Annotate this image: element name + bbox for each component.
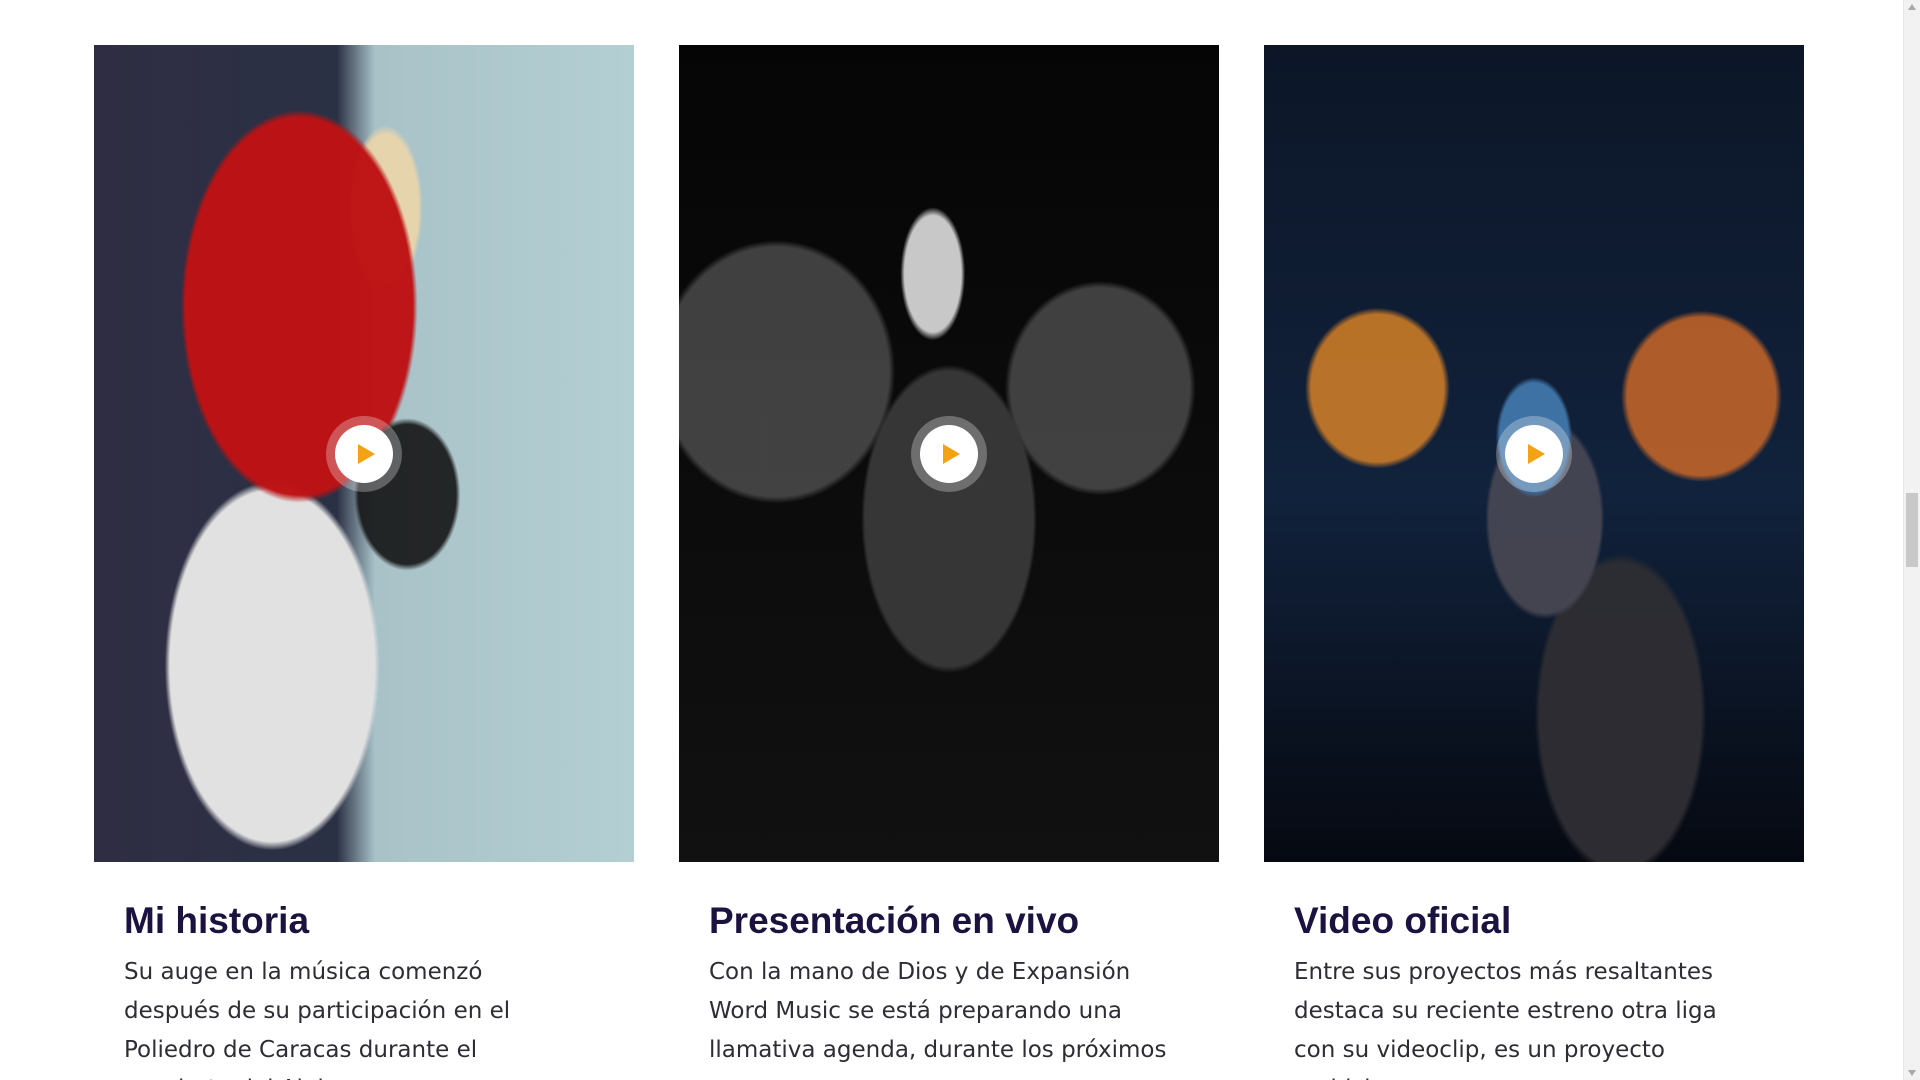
play-icon [357, 443, 375, 464]
scroll-up-icon[interactable] [1908, 4, 1916, 10]
scrollbar-thumb[interactable] [1906, 493, 1918, 567]
card-title-mi-historia: Mi historia [124, 900, 310, 941]
video-thumbnail-presentacion-en-vivo[interactable] [679, 45, 1219, 862]
play-button-presentacion-en-vivo[interactable] [920, 424, 978, 483]
video-card-presentacion-en-vivo: Presentación en vivo Con la mano de Dios… [679, 45, 1219, 1080]
video-cards-page: Mi historia Su auge en la música comenzó… [0, 0, 1920, 1080]
play-icon [942, 443, 960, 464]
play-button-mi-historia[interactable] [335, 424, 393, 483]
card-title-video-oficial: Video oficial [1294, 900, 1512, 941]
video-thumbnail-mi-historia[interactable] [94, 45, 634, 862]
card-description-presentacion-en-vivo: Con la mano de Dios y de Expansión Word … [709, 958, 1167, 1063]
vertical-scrollbar[interactable] [1903, 0, 1920, 1080]
card-description-video-oficial: Entre sus proyectos más resaltantes dest… [1294, 958, 1717, 1080]
card-title-presentacion-en-vivo: Presentación en vivo [709, 900, 1080, 941]
video-card-video-oficial: Video oficial Entre sus proyectos más re… [1264, 45, 1804, 1080]
scroll-down-icon[interactable] [1908, 1070, 1916, 1076]
video-card-mi-historia: Mi historia Su auge en la música comenzó… [94, 45, 634, 1080]
card-description-mi-historia: Su auge en la música comenzó después de … [124, 958, 511, 1080]
video-thumbnail-video-oficial[interactable] [1264, 45, 1804, 862]
play-button-video-oficial[interactable] [1505, 424, 1563, 483]
video-card-grid: Mi historia Su auge en la música comenzó… [94, 45, 1804, 1080]
play-icon [1527, 443, 1545, 464]
